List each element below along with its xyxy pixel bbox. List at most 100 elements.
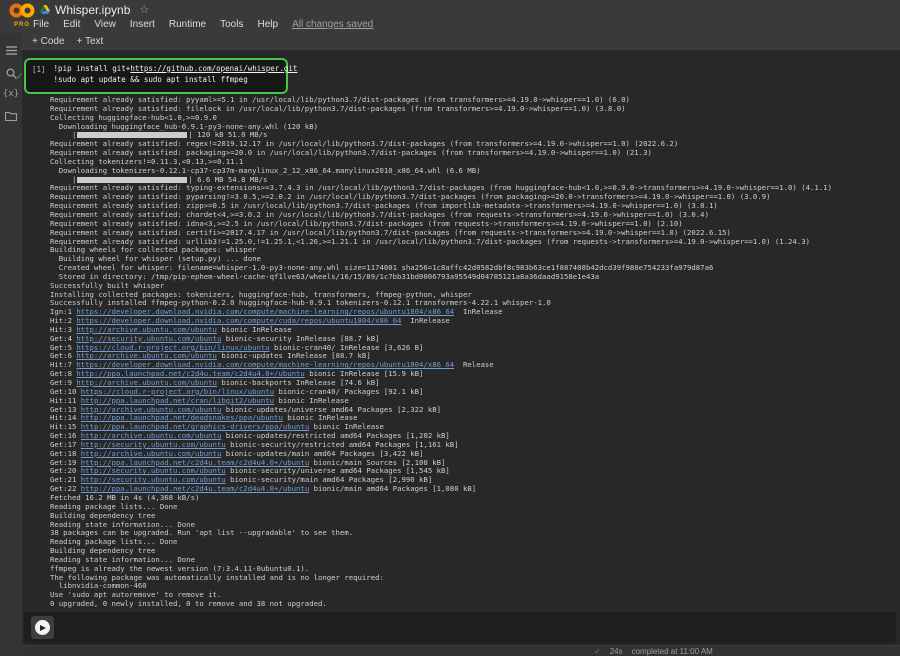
output-line: Stored in directory: /tmp/pip-ephem-whee…	[50, 273, 898, 282]
output-line: Get:6 http://archive.ubuntu.com/ubuntu b…	[50, 352, 898, 361]
output-line: Downloading tokenizers-0.12.1-cp37-cp37m…	[50, 167, 898, 176]
output-line: Reading package lists... Done	[50, 503, 898, 512]
output-line: libnvidia-common-460	[50, 582, 898, 591]
colab-infinity-icon	[9, 3, 35, 18]
output-link[interactable]: http://ppa.launchpad.net/c2d4u.team/c2d4…	[81, 485, 309, 493]
drive-icon	[40, 5, 50, 14]
output-line: || 6.6 MB 54.8 MB/s	[50, 176, 898, 185]
output-line: Hit:11 http://ppa.launchpad.net/cran/lib…	[50, 397, 898, 406]
output-line: 38 packages can be upgraded. Run 'apt li…	[50, 529, 898, 538]
output-line: Hit:7 https://developer.download.nvidia.…	[50, 361, 898, 370]
files-icon[interactable]	[4, 109, 18, 123]
menu-bar: File Edit View Insert Runtime Tools Help All ch…	[33, 17, 373, 31]
output-line: Collecting tokenizers!=0.11.3,<0.13,>=0.…	[50, 158, 898, 167]
output-line: Get:9 http://archive.ubuntu.com/ubuntu b…	[50, 379, 898, 388]
code-line: !sudo apt update && sudo apt install ffm…	[54, 75, 298, 84]
output-line: Get:16 http://archive.ubuntu.com/ubuntu …	[50, 432, 898, 441]
output-link[interactable]: http://archive.ubuntu.com/ubuntu	[76, 326, 217, 334]
output-link[interactable]: http://security.ubuntu.com/ubuntu	[81, 441, 226, 449]
output-line: Get:19 http://ppa.launchpad.net/c2d4u.te…	[50, 459, 898, 468]
notebook-toolbar: + Code + Text	[22, 33, 900, 51]
output-line: Requirement already satisfied: pyyaml>=5…	[50, 96, 898, 105]
header: PRO Whisper.ipynb ☆ FileEditViewInsertRu…	[0, 0, 900, 33]
execution-duration: 24s	[610, 647, 623, 656]
output-line: Building dependency tree	[50, 512, 898, 521]
cell-run-check-icon: ✓	[16, 71, 24, 82]
output-link[interactable]: http://security.ubuntu.com/ubuntu	[81, 476, 226, 484]
table-of-contents-icon[interactable]	[4, 43, 18, 57]
colab-app: PRO Whisper.ipynb ☆ FileEditViewInsertRu…	[0, 0, 900, 656]
output-link[interactable]: http://ppa.launchpad.net/cran/libgit2/ub…	[81, 397, 274, 405]
output-line: Get:22 http://ppa.launchpad.net/c2d4u.te…	[50, 485, 898, 494]
output-line: Requirement already satisfied: typing-ex…	[50, 184, 898, 193]
add-code-button[interactable]: + Code	[32, 36, 65, 47]
menu-view[interactable]: View	[94, 19, 116, 30]
menu-tools[interactable]: Tools	[220, 19, 243, 30]
output-link[interactable]: http://ppa.launchpad.net/graphics-driver…	[81, 423, 309, 431]
output-line: Building wheel for whisper (setup.py) ..…	[50, 255, 898, 264]
output-link[interactable]: http://archive.ubuntu.com/ubuntu	[76, 352, 217, 360]
output-line: Get:17 http://security.ubuntu.com/ubuntu…	[50, 441, 898, 450]
menu-help[interactable]: Help	[257, 19, 278, 30]
output-line: Get:18 http://archive.ubuntu.com/ubuntu …	[50, 450, 898, 459]
output-line: Created wheel for whisper: filename=whis…	[50, 264, 898, 273]
output-link[interactable]: http://ppa.launchpad.net/deadsnakes/ppa/…	[81, 414, 283, 422]
output-link[interactable]: https://cloud.r-project.org/bin/linux/ub…	[76, 344, 269, 352]
output-link[interactable]: http://ppa.launchpad.net/c2d4u.team/c2d4…	[81, 459, 309, 467]
output-link[interactable]: http://security.ubuntu.com/ubuntu	[76, 335, 221, 343]
add-text-button[interactable]: + Text	[77, 36, 104, 47]
output-line: Fetched 16.2 MB in 4s (4,368 kB/s)	[50, 494, 898, 503]
output-line: Get:4 http://security.ubuntu.com/ubuntu …	[50, 335, 898, 344]
output-link[interactable]: http://archive.ubuntu.com/ubuntu	[81, 432, 222, 440]
output-line: Installing collected packages: tokenizer…	[50, 291, 898, 300]
variables-icon[interactable]: {x}	[4, 87, 18, 101]
output-link[interactable]: https://cloud.r-project.org/bin/linux/ub…	[81, 388, 274, 396]
output-line: Requirement already satisfied: zipp>=0.5…	[50, 202, 898, 211]
save-status[interactable]: All changes saved	[292, 19, 373, 30]
output-line: Requirement already satisfied: idna<3,>=…	[50, 220, 898, 229]
output-link[interactable]: https://github.com/openai/whisper.git	[130, 64, 297, 73]
run-cell-button[interactable]	[31, 616, 54, 639]
output-line: Downloading huggingface_hub-0.9.1-py3-no…	[50, 123, 898, 132]
menu-runtime[interactable]: Runtime	[169, 19, 206, 30]
success-check-icon: ✓	[594, 647, 601, 656]
code-editor[interactable]: !pip install git+https://github.com/open…	[54, 64, 298, 87]
output-line: Reading package lists... Done	[50, 538, 898, 547]
output-line: Get:20 http://security.ubuntu.com/ubuntu…	[50, 467, 898, 476]
output-link[interactable]: http://archive.ubuntu.com/ubuntu	[81, 406, 222, 414]
menu-file[interactable]: File	[33, 19, 49, 30]
output-line: Requirement already satisfied: chardet<4…	[50, 211, 898, 220]
progress-bar	[77, 132, 187, 138]
output-line: Collecting huggingface-hub<1.0,>=0.9.0	[50, 114, 898, 123]
output-line: Hit:3 http://archive.ubuntu.com/ubuntu b…	[50, 326, 898, 335]
output-line: Get:10 https://cloud.r-project.org/bin/l…	[50, 388, 898, 397]
sidebar: {x}	[0, 33, 22, 656]
output-line: Requirement already satisfied: regex!=20…	[50, 140, 898, 149]
output-line: || 120 kB 51.0 MB/s	[50, 131, 898, 140]
output-link[interactable]: http://security.ubuntu.com/ubuntu	[81, 467, 226, 475]
output-line: Get:8 http://ppa.launchpad.net/c2d4u.tea…	[50, 370, 898, 379]
notebook-title[interactable]: Whisper.ipynb	[55, 3, 130, 17]
output-line: Requirement already satisfied: pyparsing…	[50, 193, 898, 202]
empty-code-cell[interactable]	[24, 612, 896, 643]
output-line: Building dependency tree	[50, 547, 898, 556]
status-bar: ✓ 24s completed at 11:00 AM	[22, 645, 900, 656]
output-line: Requirement already satisfied: certifi>=…	[50, 229, 898, 238]
menu-insert[interactable]: Insert	[130, 19, 155, 30]
output-link[interactable]: http://archive.ubuntu.com/ubuntu	[81, 450, 222, 458]
menu-edit[interactable]: Edit	[63, 19, 80, 30]
output-line: Requirement already satisfied: filelock …	[50, 105, 898, 114]
cell-output: Requirement already satisfied: pyyaml>=5…	[50, 96, 898, 609]
output-link[interactable]: http://ppa.launchpad.net/c2d4u.team/c2d4…	[76, 370, 304, 378]
output-line: Ign:1 https://developer.download.nvidia.…	[50, 308, 898, 317]
output-link[interactable]: https://developer.download.nvidia.com/co…	[76, 361, 454, 369]
output-link[interactable]: https://developer.download.nvidia.com/co…	[76, 308, 454, 316]
output-line: Reading state information... Done	[50, 521, 898, 530]
code-cell[interactable]: [1] !pip install git+https://github.com/…	[24, 58, 288, 94]
output-line: Get:13 http://archive.ubuntu.com/ubuntu …	[50, 406, 898, 415]
output-link[interactable]: https://developer.download.nvidia.com/co…	[76, 317, 401, 325]
output-line: Hit:2 https://developer.download.nvidia.…	[50, 317, 898, 326]
output-line: Hit:14 http://ppa.launchpad.net/deadsnak…	[50, 414, 898, 423]
output-link[interactable]: http://archive.ubuntu.com/ubuntu	[76, 379, 217, 387]
star-icon[interactable]: ☆	[139, 3, 149, 16]
